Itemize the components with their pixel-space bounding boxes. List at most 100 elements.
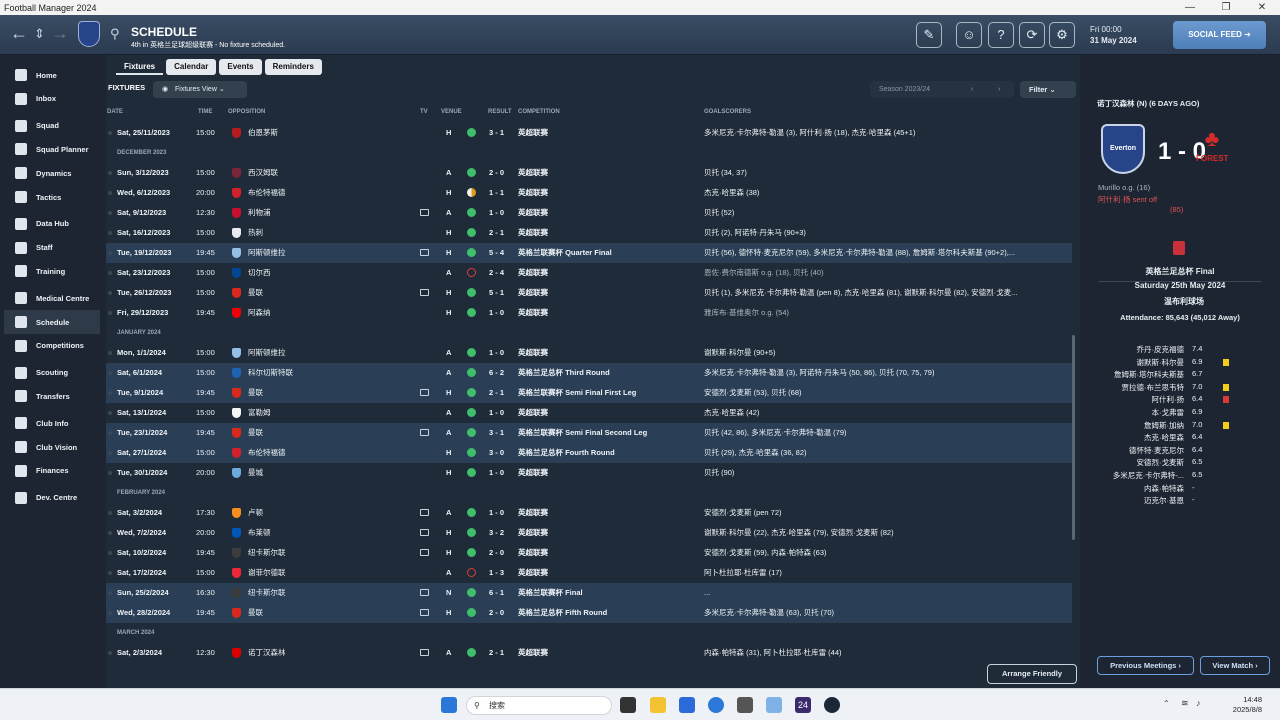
competition[interactable]: 英格兰足总杯 Third Round bbox=[518, 363, 610, 383]
fixture-row[interactable]: Sun, 3/12/2023 15:00 西汉姆联 A 2 - 0 英超联赛 贝托 (34,… bbox=[106, 163, 1072, 183]
col-tv[interactable]: TV bbox=[420, 109, 428, 115]
sidebar-item-tactics[interactable]: Tactics bbox=[4, 185, 100, 209]
competition[interactable]: 英格兰联赛杯 Final bbox=[518, 583, 583, 603]
opposition[interactable]: 热刺 bbox=[248, 223, 263, 243]
col-goalscorers[interactable]: GOALSCORERS bbox=[704, 109, 751, 115]
sidebar-item-data-hub[interactable]: Data Hub bbox=[4, 212, 100, 236]
sidebar-item-dynamics[interactable]: Dynamics bbox=[4, 161, 100, 185]
forward-arrow-icon[interactable]: → bbox=[51, 23, 69, 44]
filter-button[interactable]: Filter ⌄ bbox=[1020, 81, 1076, 98]
player-name[interactable]: 贾拉德·布兰思韦特 bbox=[1098, 382, 1185, 393]
player-name[interactable]: 本·戈弗雷 bbox=[1098, 407, 1185, 418]
opposition[interactable]: 纽卡斯尔联 bbox=[248, 543, 286, 563]
opposition[interactable]: 曼联 bbox=[248, 383, 263, 403]
competition[interactable]: 英超联赛 bbox=[518, 263, 548, 283]
prev-season-icon[interactable]: ‹ bbox=[971, 81, 973, 98]
player-name[interactable]: 阿什利·扬 bbox=[1098, 394, 1185, 405]
col-opposition[interactable]: OPPOSITION bbox=[228, 109, 265, 115]
tab-events[interactable]: Events bbox=[219, 59, 262, 75]
player-name[interactable]: 谢默斯·科尔曼 bbox=[1098, 357, 1185, 368]
steam-icon[interactable] bbox=[824, 697, 840, 713]
task-view-icon[interactable] bbox=[620, 697, 636, 713]
sidebar-item-training[interactable]: Training bbox=[4, 259, 100, 283]
opposition[interactable]: 谢菲尔德联 bbox=[248, 563, 286, 583]
sidebar-item-inbox[interactable]: Inbox bbox=[4, 87, 100, 111]
opposition[interactable]: 富勒姆 bbox=[248, 403, 271, 423]
fixtures-view-dropdown[interactable]: ◉ Fixtures View ⌄ bbox=[153, 81, 247, 98]
opposition[interactable]: 卢顿 bbox=[248, 503, 263, 523]
fixture-row[interactable]: Tue, 9/1/2024 19:45 曼联 H 2 - 1 英格兰联赛杯 Semi Fi… bbox=[106, 383, 1072, 403]
scrollbar[interactable] bbox=[1072, 335, 1075, 540]
fixture-row[interactable]: Wed, 6/12/2023 20:00 布伦特福德 H 1 - 1 英超联赛 杰克·哈里森… bbox=[106, 183, 1072, 203]
edit-icon[interactable]: ✎ bbox=[916, 22, 942, 48]
competition[interactable]: 英格兰联赛杯 Quarter Final bbox=[518, 243, 612, 263]
sidebar-item-finances[interactable]: Finances bbox=[4, 459, 100, 483]
fixture-row[interactable]: Sat, 13/1/2024 15:00 富勒姆 A 1 - 0 英超联赛 杰克·哈里森 (… bbox=[106, 403, 1072, 423]
opposition[interactable]: 伯恩茅斯 bbox=[248, 123, 278, 143]
match-header[interactable]: 诺丁汉森林 (N) (6 DAYS AGO) bbox=[1097, 98, 1199, 109]
sidebar-item-home[interactable]: Home bbox=[4, 63, 100, 87]
fixture-row[interactable]: Tue, 23/1/2024 19:45 曼联 A 3 - 1 英格兰联赛杯 Semi F… bbox=[106, 423, 1072, 443]
social-feed-button[interactable]: SOCIAL FEED ➔ bbox=[1173, 21, 1266, 49]
fixture-row[interactable]: Sat, 3/2/2024 17:30 卢顿 A 1 - 0 英超联赛 安德烈·戈麦斯 (p… bbox=[106, 503, 1072, 523]
season-selector[interactable]: Season 2023/24 ‹ › bbox=[870, 81, 1014, 98]
fixture-row[interactable]: Sat, 23/12/2023 15:00 切尔西 A 2 - 4 英超联赛 恩佐·费尔南德… bbox=[106, 263, 1072, 283]
sidebar-item-squad[interactable]: Squad bbox=[4, 114, 100, 138]
competition[interactable]: 英超联赛 bbox=[518, 203, 548, 223]
fixture-row[interactable]: Mon, 1/1/2024 15:00 阿斯顿维拉 A 1 - 0 英超联赛 谢默斯·科尔曼… bbox=[106, 343, 1072, 363]
arrange-friendly-button[interactable]: Arrange Friendly bbox=[987, 664, 1077, 684]
updown-icon[interactable]: ⇕ bbox=[34, 26, 45, 42]
fixture-row[interactable]: Wed, 7/2/2024 20:00 布莱顿 H 3 - 2 英超联赛 谢默斯·科尔曼 (… bbox=[106, 523, 1072, 543]
opposition[interactable]: 曼联 bbox=[248, 283, 263, 303]
volume-icon[interactable]: ♪ bbox=[1196, 698, 1201, 708]
competition[interactable]: 英超联赛 bbox=[518, 303, 548, 323]
clock[interactable]: 14:48 2025/8/8 bbox=[1233, 695, 1262, 715]
fixture-row[interactable]: Sat, 10/2/2024 19:45 纽卡斯尔联 H 2 - 0 英超联赛 安德烈·戈麦… bbox=[106, 543, 1072, 563]
help-icon[interactable]: ? bbox=[988, 22, 1014, 48]
competition[interactable]: 英格兰联赛杯 Semi Final First Leg bbox=[518, 383, 636, 403]
maximize-button[interactable]: ❐ bbox=[1208, 0, 1244, 15]
competition[interactable]: 英超联赛 bbox=[518, 163, 548, 183]
opposition[interactable]: 曼城 bbox=[248, 463, 263, 483]
player-name[interactable]: 杰克·哈里森 bbox=[1098, 432, 1184, 443]
competition[interactable]: 英超联赛 bbox=[518, 643, 548, 663]
football-manager-icon[interactable]: 24 bbox=[795, 697, 811, 713]
player-name[interactable]: 詹姆斯·塔尔科夫斯基 bbox=[1098, 369, 1184, 380]
col-date[interactable]: DATE bbox=[107, 109, 123, 115]
col-result[interactable]: RESULT bbox=[488, 109, 512, 115]
sidebar-item-competitions[interactable]: Competitions bbox=[4, 334, 100, 358]
club-crest-icon[interactable] bbox=[78, 21, 100, 47]
competition[interactable]: 英超联赛 bbox=[518, 523, 548, 543]
store-icon[interactable] bbox=[679, 697, 695, 713]
fixture-row[interactable]: Sat, 17/2/2024 15:00 谢菲尔德联 A 1 - 3 英超联赛 阿卜杜拉耶·… bbox=[106, 563, 1072, 583]
refresh-icon[interactable]: ⟳ bbox=[1019, 22, 1045, 48]
app-icon[interactable] bbox=[737, 697, 753, 713]
player-name[interactable]: 乔丹·皮克福德 bbox=[1098, 344, 1185, 355]
fixture-row[interactable]: Sat, 16/12/2023 15:00 热刺 H 2 - 1 英超联赛 贝托 (2), … bbox=[106, 223, 1072, 243]
wifi-icon[interactable]: ≋ bbox=[1181, 698, 1189, 709]
tray-chevron-icon[interactable]: ⌃ bbox=[1163, 699, 1170, 708]
opposition[interactable]: 科尔切斯特联 bbox=[248, 363, 293, 383]
competition[interactable]: 英超联赛 bbox=[518, 283, 548, 303]
competition[interactable]: 英超联赛 bbox=[518, 183, 548, 203]
taskbar-search[interactable]: ⚲ 搜索 bbox=[466, 696, 612, 715]
competition[interactable]: 英格兰联赛杯 Semi Final Second Leg bbox=[518, 423, 647, 443]
sidebar-item-dev-centre[interactable]: Dev. Centre bbox=[4, 486, 100, 510]
opposition[interactable]: 布伦特福德 bbox=[248, 183, 286, 203]
tab-fixtures[interactable]: Fixtures bbox=[116, 59, 164, 75]
fixture-row[interactable]: Sat, 25/11/2023 15:00 伯恩茅斯 H 3 - 1 英超联赛 多米尼克·卡… bbox=[106, 123, 1072, 143]
opposition[interactable]: 布伦特福德 bbox=[248, 443, 286, 463]
fixture-row[interactable]: Sun, 25/2/2024 16:30 纽卡斯尔联 N 6 - 1 英格兰联赛杯 Fin… bbox=[106, 583, 1072, 603]
competition[interactable]: 英格兰足总杯 Fourth Round bbox=[518, 443, 615, 463]
col-competition[interactable]: COMPETITION bbox=[518, 109, 560, 115]
previous-meetings-button[interactable]: Previous Meetings › bbox=[1097, 656, 1194, 675]
sidebar-item-club-vision[interactable]: Club Vision bbox=[4, 435, 100, 459]
minimize-button[interactable]: — bbox=[1172, 0, 1208, 15]
community-icon[interactable]: ☺ bbox=[956, 22, 982, 48]
opposition[interactable]: 阿森纳 bbox=[248, 303, 271, 323]
settings-gear-icon[interactable]: ⚙ bbox=[1049, 22, 1075, 48]
player-name[interactable]: 多米尼克·卡尔弗特-... bbox=[1098, 470, 1184, 481]
competition[interactable]: 英超联赛 bbox=[518, 123, 548, 143]
competition[interactable]: 英超联赛 bbox=[518, 503, 548, 523]
fixture-row[interactable]: Tue, 19/12/2023 19:45 阿斯顿维拉 H 5 - 4 英格兰联赛杯 Qu… bbox=[106, 243, 1072, 263]
